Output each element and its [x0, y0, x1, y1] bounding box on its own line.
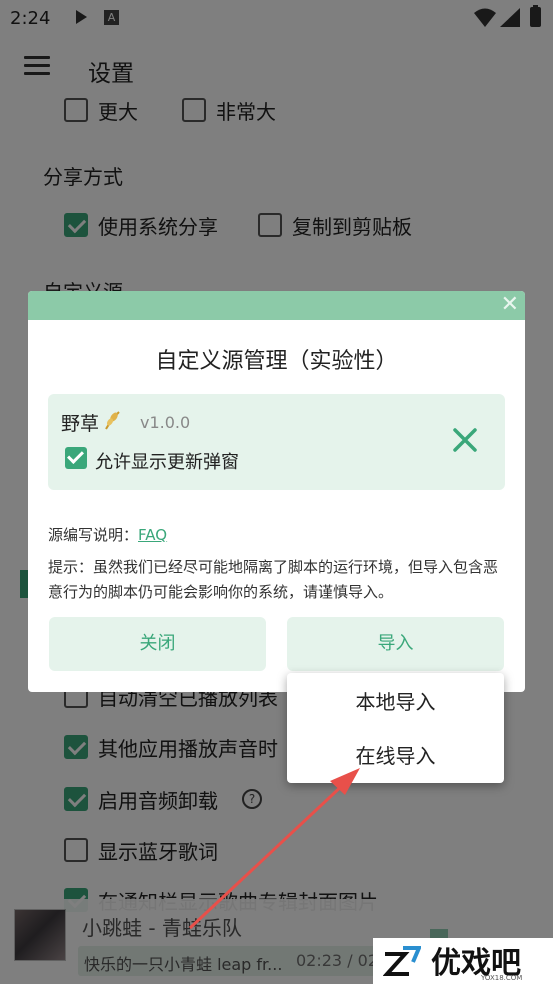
settings-screen: { "status_bar": {"time": "2:24", "notifi… — [0, 0, 553, 984]
watermark-url: YOX18.COM — [481, 974, 523, 982]
annotation-arrow — [188, 768, 360, 930]
watermark: 优戏吧 YOX18.COM — [373, 938, 553, 984]
watermark-logo-icon — [383, 946, 421, 976]
